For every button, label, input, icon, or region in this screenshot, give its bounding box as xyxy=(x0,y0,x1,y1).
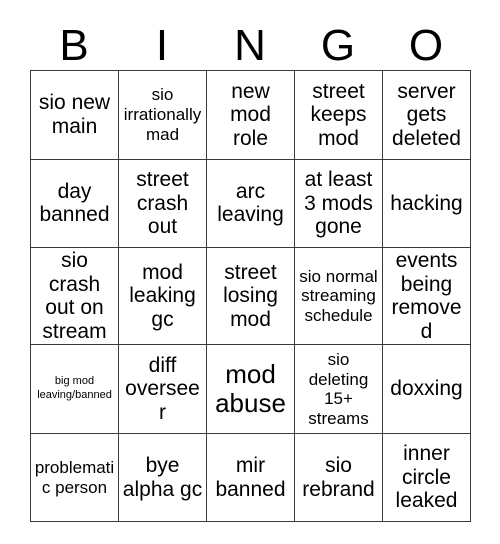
bingo-cell[interactable]: diff overseer xyxy=(118,344,207,434)
bingo-row: sio crash out on stream mod leaking gc s… xyxy=(30,247,471,346)
bingo-cell[interactable]: new mod role xyxy=(206,70,295,160)
bingo-cell[interactable]: big mod leaving/banned xyxy=(30,344,119,434)
bingo-cell[interactable]: street losing mod xyxy=(206,247,295,346)
bingo-cell-label: diff overseer xyxy=(125,353,200,424)
bingo-cell-label: sio new main xyxy=(38,91,111,138)
bingo-row: sio new main sio irrationally mad new mo… xyxy=(30,70,471,160)
bingo-header-letter-b: B xyxy=(59,21,89,70)
bingo-cell-label: day banned xyxy=(39,179,110,227)
bingo-cell[interactable]: sio irrationally mad xyxy=(118,70,207,160)
bingo-row: problematic person bye alpha gc mir bann… xyxy=(30,432,471,523)
bingo-cell-label: sio irrationally mad xyxy=(123,85,202,144)
bingo-cell[interactable]: arc leaving xyxy=(206,158,295,249)
bingo-grid: sio new main sio irrationally mad new mo… xyxy=(30,70,471,523)
bingo-cell-label: big mod leaving/banned xyxy=(37,375,112,402)
bingo-cell[interactable]: street keeps mod xyxy=(294,70,383,160)
bingo-header-letter-n: N xyxy=(234,21,266,70)
bingo-cell-label: mod leaking gc xyxy=(129,260,196,331)
bingo-cell[interactable]: day banned xyxy=(30,158,119,249)
bingo-cell[interactable]: mod abuse xyxy=(206,344,295,434)
bingo-row: day banned street crash out arc leaving … xyxy=(30,158,471,249)
bingo-cell[interactable]: sio normal streaming schedule xyxy=(294,247,383,346)
bingo-cell[interactable]: bye alpha gc xyxy=(118,432,207,523)
bingo-header-letter-o: O xyxy=(408,21,444,70)
bingo-cell-label: mod abuse xyxy=(215,358,286,419)
bingo-cell-label: street losing mod xyxy=(223,260,278,331)
bingo-cell[interactable]: at least 3 mods gone xyxy=(294,158,383,249)
bingo-cell-label: bye alpha gc xyxy=(122,454,203,501)
bingo-cell[interactable]: mod leaking gc xyxy=(118,247,207,346)
bingo-cell-label: sio normal streaming schedule xyxy=(299,266,378,325)
bingo-card: B I N G O sio new main sio irrationally … xyxy=(30,12,471,523)
bingo-cell-label: street keeps mod xyxy=(310,79,367,150)
bingo-cell[interactable]: server gets deleted xyxy=(382,70,471,160)
bingo-cell[interactable]: sio crash out on stream xyxy=(30,247,119,346)
bingo-cell[interactable]: street crash out xyxy=(118,158,207,249)
bingo-cell-label: server gets deleted xyxy=(392,79,461,150)
bingo-cell-label: sio crash out on stream xyxy=(42,249,107,343)
bingo-cell-label: hacking xyxy=(390,191,463,215)
bingo-cell-label: sio deleting 15+ streams xyxy=(308,349,369,428)
bingo-header-letter-i: I xyxy=(155,21,169,70)
bingo-cell[interactable]: sio rebrand xyxy=(294,432,383,523)
bingo-cell[interactable]: mir banned xyxy=(206,432,295,523)
bingo-cell-label: street crash out xyxy=(136,168,189,239)
bingo-cell-label: new mod role xyxy=(230,79,271,150)
bingo-cell[interactable]: doxxing xyxy=(382,344,471,434)
bingo-cell[interactable]: inner circle leaked xyxy=(382,432,471,523)
bingo-cell[interactable]: sio new main xyxy=(30,70,119,160)
bingo-row: big mod leaving/banned diff overseer mod… xyxy=(30,344,471,434)
bingo-cell-label: at least 3 mods gone xyxy=(304,168,373,239)
bingo-cell-label: doxxing xyxy=(390,377,463,401)
bingo-cell[interactable]: events being removed xyxy=(382,247,471,346)
bingo-cell-label: arc leaving xyxy=(217,179,284,227)
bingo-cell-label: problematic person xyxy=(34,458,115,497)
bingo-cell[interactable]: sio deleting 15+ streams xyxy=(294,344,383,434)
bingo-cell-label: events being removed xyxy=(391,249,462,343)
bingo-cell[interactable]: hacking xyxy=(382,158,471,249)
bingo-cell[interactable]: problematic person xyxy=(30,432,119,523)
bingo-header-row: B I N G O xyxy=(30,12,470,70)
bingo-cell-label: sio rebrand xyxy=(302,454,375,501)
bingo-header-letter-g: G xyxy=(320,21,356,70)
bingo-cell-label: inner circle leaked xyxy=(395,442,458,513)
bingo-cell-label: mir banned xyxy=(215,454,286,501)
